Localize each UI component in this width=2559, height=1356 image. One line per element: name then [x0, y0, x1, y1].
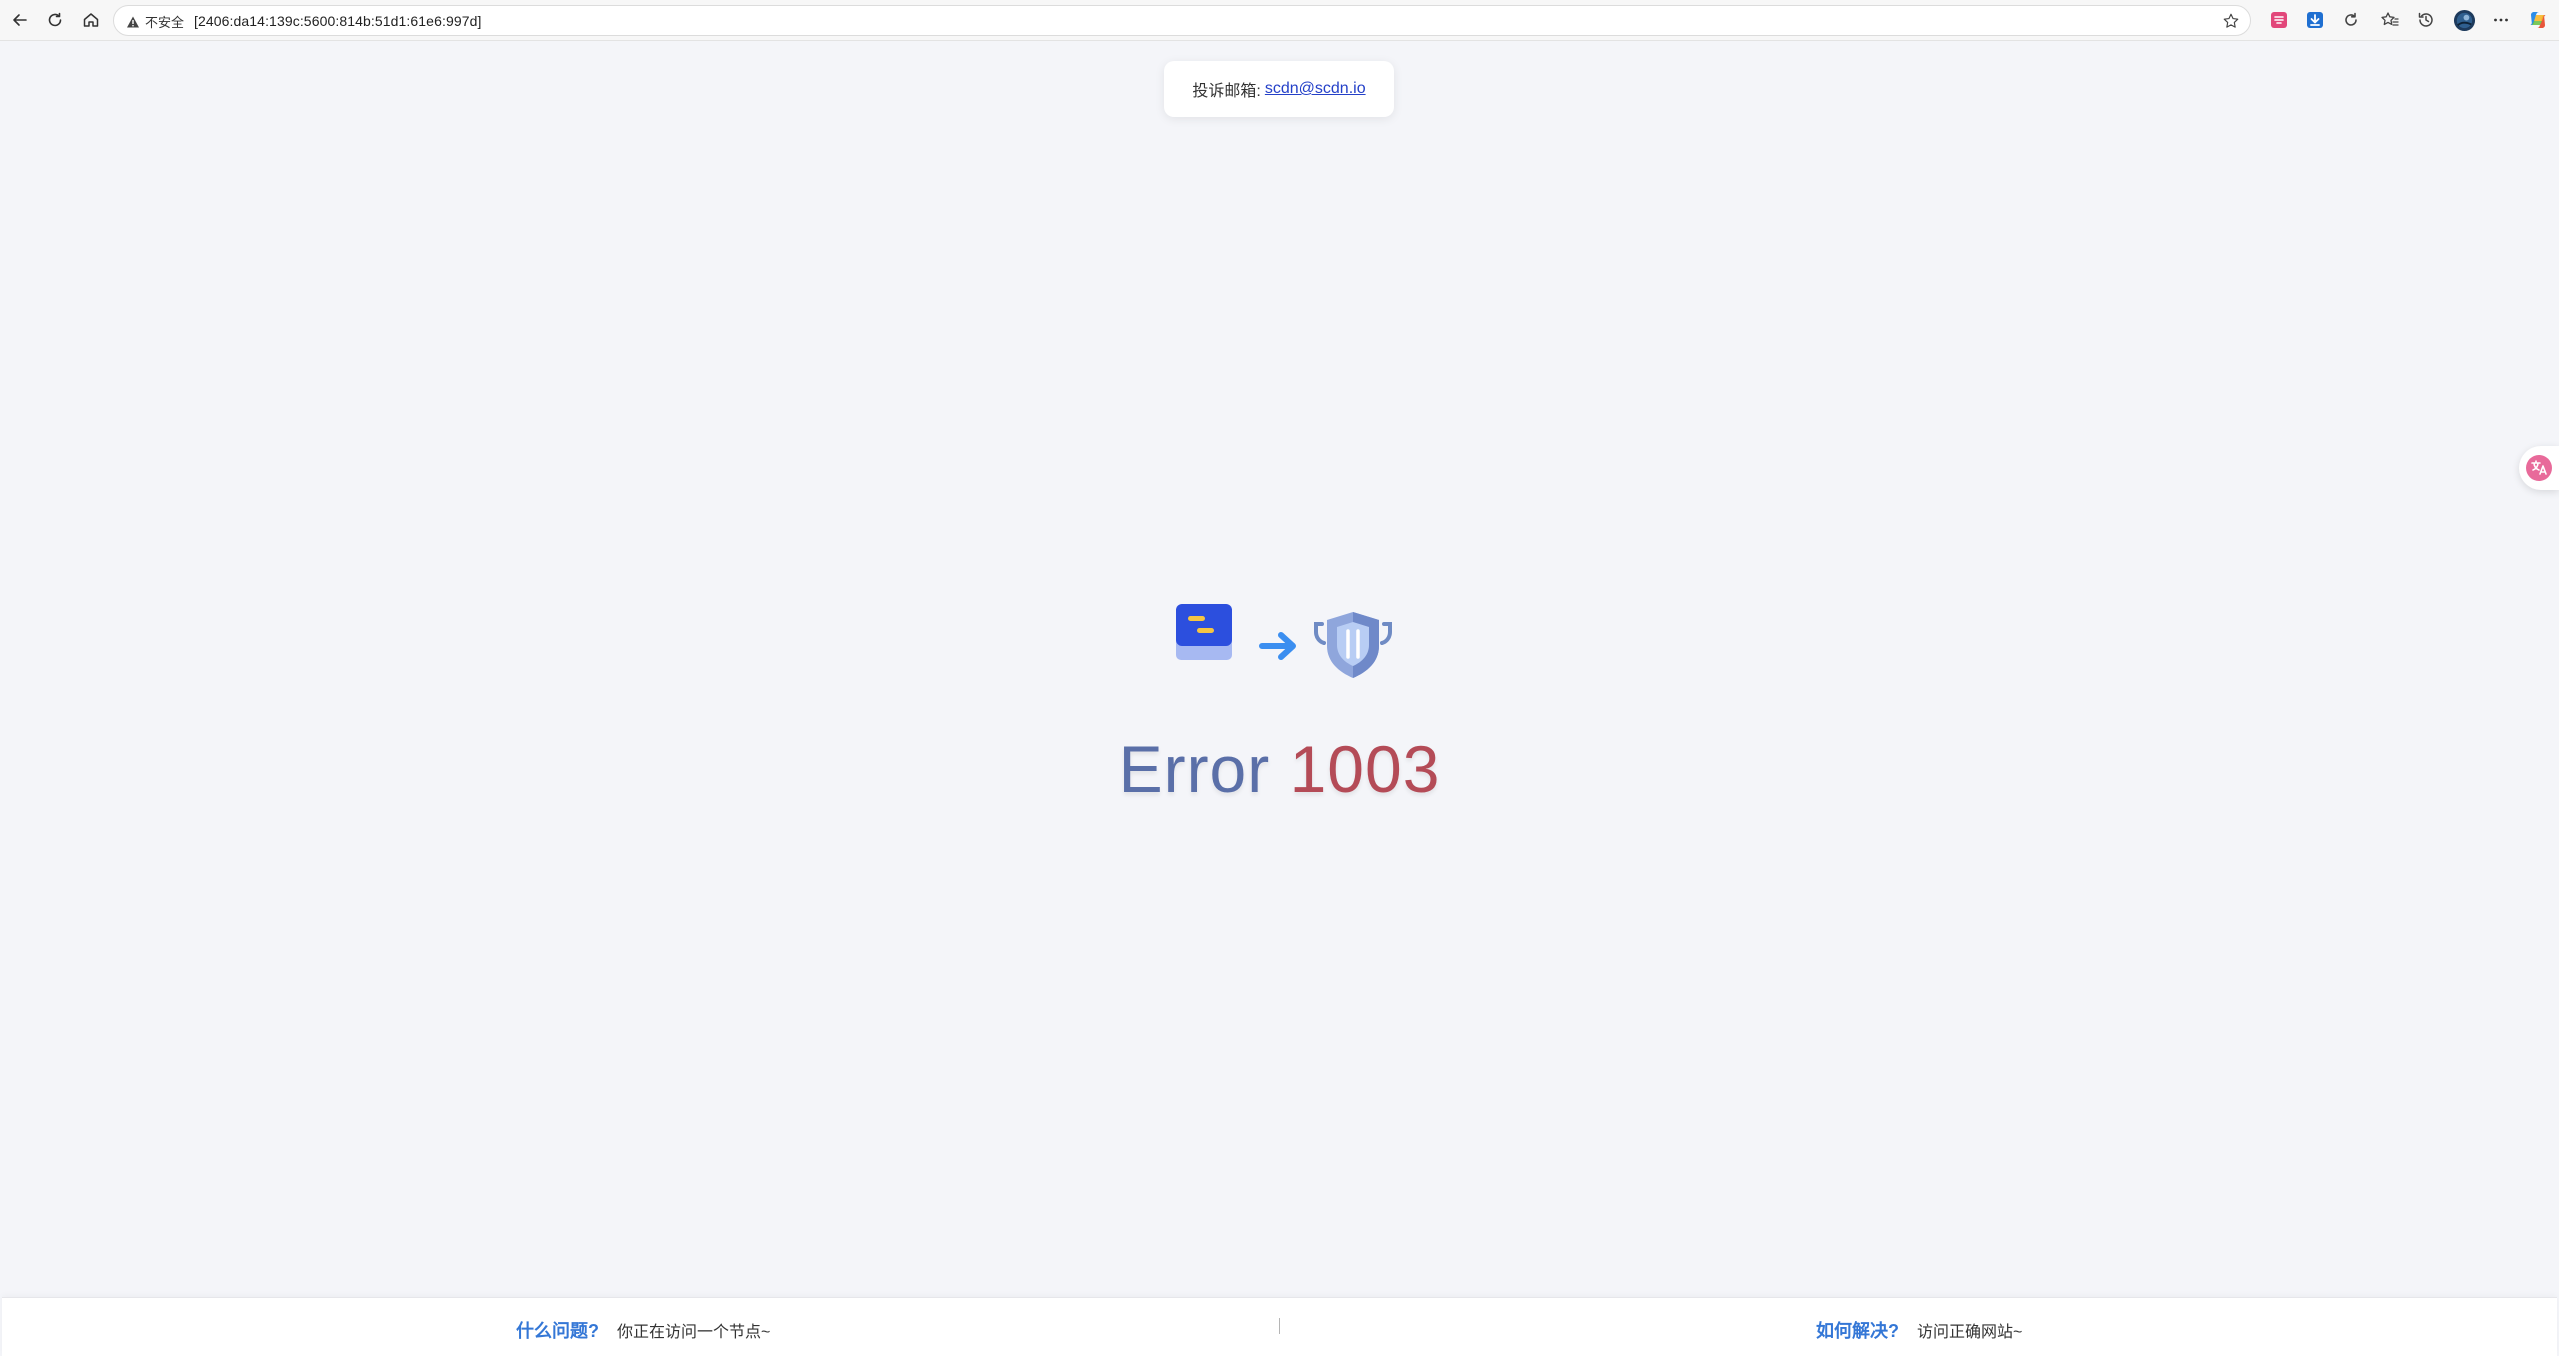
extension-download-button[interactable] [2303, 8, 2327, 32]
warning-icon [127, 16, 139, 27]
error-word: Error [1118, 732, 1271, 806]
complaint-email-link[interactable]: scdn@scdn.io [1265, 80, 1366, 98]
profile-avatar-icon [2453, 9, 2475, 31]
refresh-extension-button[interactable] [2339, 8, 2363, 32]
error-title: Error 1003 [0, 731, 2559, 807]
more-icon [2494, 18, 2508, 22]
translate-float-icon [2526, 455, 2552, 481]
security-indicator[interactable]: 不安全 [126, 12, 184, 31]
error-code: 1003 [1289, 732, 1441, 806]
footer-solution-question: 如何解决? [1816, 1321, 1899, 1341]
footer-divider [1279, 1318, 1280, 1334]
refresh-extension-icon [2345, 12, 2357, 26]
reload-icon [48, 12, 62, 27]
arrow-right-icon [1259, 632, 1296, 660]
favorite-star-button[interactable] [2220, 10, 2242, 32]
home-button[interactable] [77, 6, 105, 34]
complaint-email-box: 投诉邮箱: scdn@scdn.io [1164, 61, 1394, 117]
hero-illustration [1176, 604, 1392, 678]
translate-float-button[interactable] [2519, 446, 2559, 490]
shield-icon [1314, 612, 1392, 678]
history-button[interactable] [2414, 8, 2438, 32]
security-label: 不安全 [145, 15, 185, 30]
favorites-button[interactable] [2378, 8, 2402, 32]
star-icon [2223, 13, 2239, 28]
url-text[interactable]: [2406:da14:139c:5600:814b:51d1:61e6:997d… [194, 13, 481, 29]
footer-solution: 如何解决? 访问正确网站~ [1816, 1317, 2022, 1343]
home-icon [83, 13, 99, 27]
extension-pink-button[interactable] [2267, 8, 2291, 32]
profile-button[interactable] [2452, 8, 2476, 32]
server-card-icon [1176, 604, 1232, 660]
copilot-icon [2530, 12, 2546, 28]
favorites-icon [2381, 12, 2399, 26]
copilot-button[interactable] [2526, 8, 2550, 32]
history-icon [2418, 12, 2433, 27]
footer-bar: 什么问题? 你正在访问一个节点~ 如何解决? 访问正确网站~ [2, 1297, 2557, 1356]
back-icon [13, 14, 27, 26]
error-page: 投诉邮箱: scdn@scdn.io Error 1003 什么问题? 你正在访… [0, 41, 2559, 1356]
extension-pink-icon [2271, 12, 2287, 28]
footer-problem: 什么问题? 你正在访问一个节点~ [516, 1317, 770, 1343]
footer-problem-answer: 你正在访问一个节点~ [617, 1324, 771, 1341]
back-button[interactable] [6, 6, 34, 34]
complaint-label: 投诉邮箱: [1192, 83, 1261, 100]
more-button[interactable] [2489, 8, 2513, 32]
address-bar[interactable]: 不安全 [2406:da14:139c:5600:814b:51d1:61e6:… [113, 5, 2251, 36]
footer-solution-answer: 访问正确网站~ [1917, 1324, 2023, 1341]
browser-toolbar: 不安全 [2406:da14:139c:5600:814b:51d1:61e6:… [0, 0, 2559, 41]
reload-button[interactable] [41, 6, 69, 34]
extension-download-icon [2307, 12, 2323, 28]
footer-problem-question: 什么问题? [516, 1321, 599, 1341]
